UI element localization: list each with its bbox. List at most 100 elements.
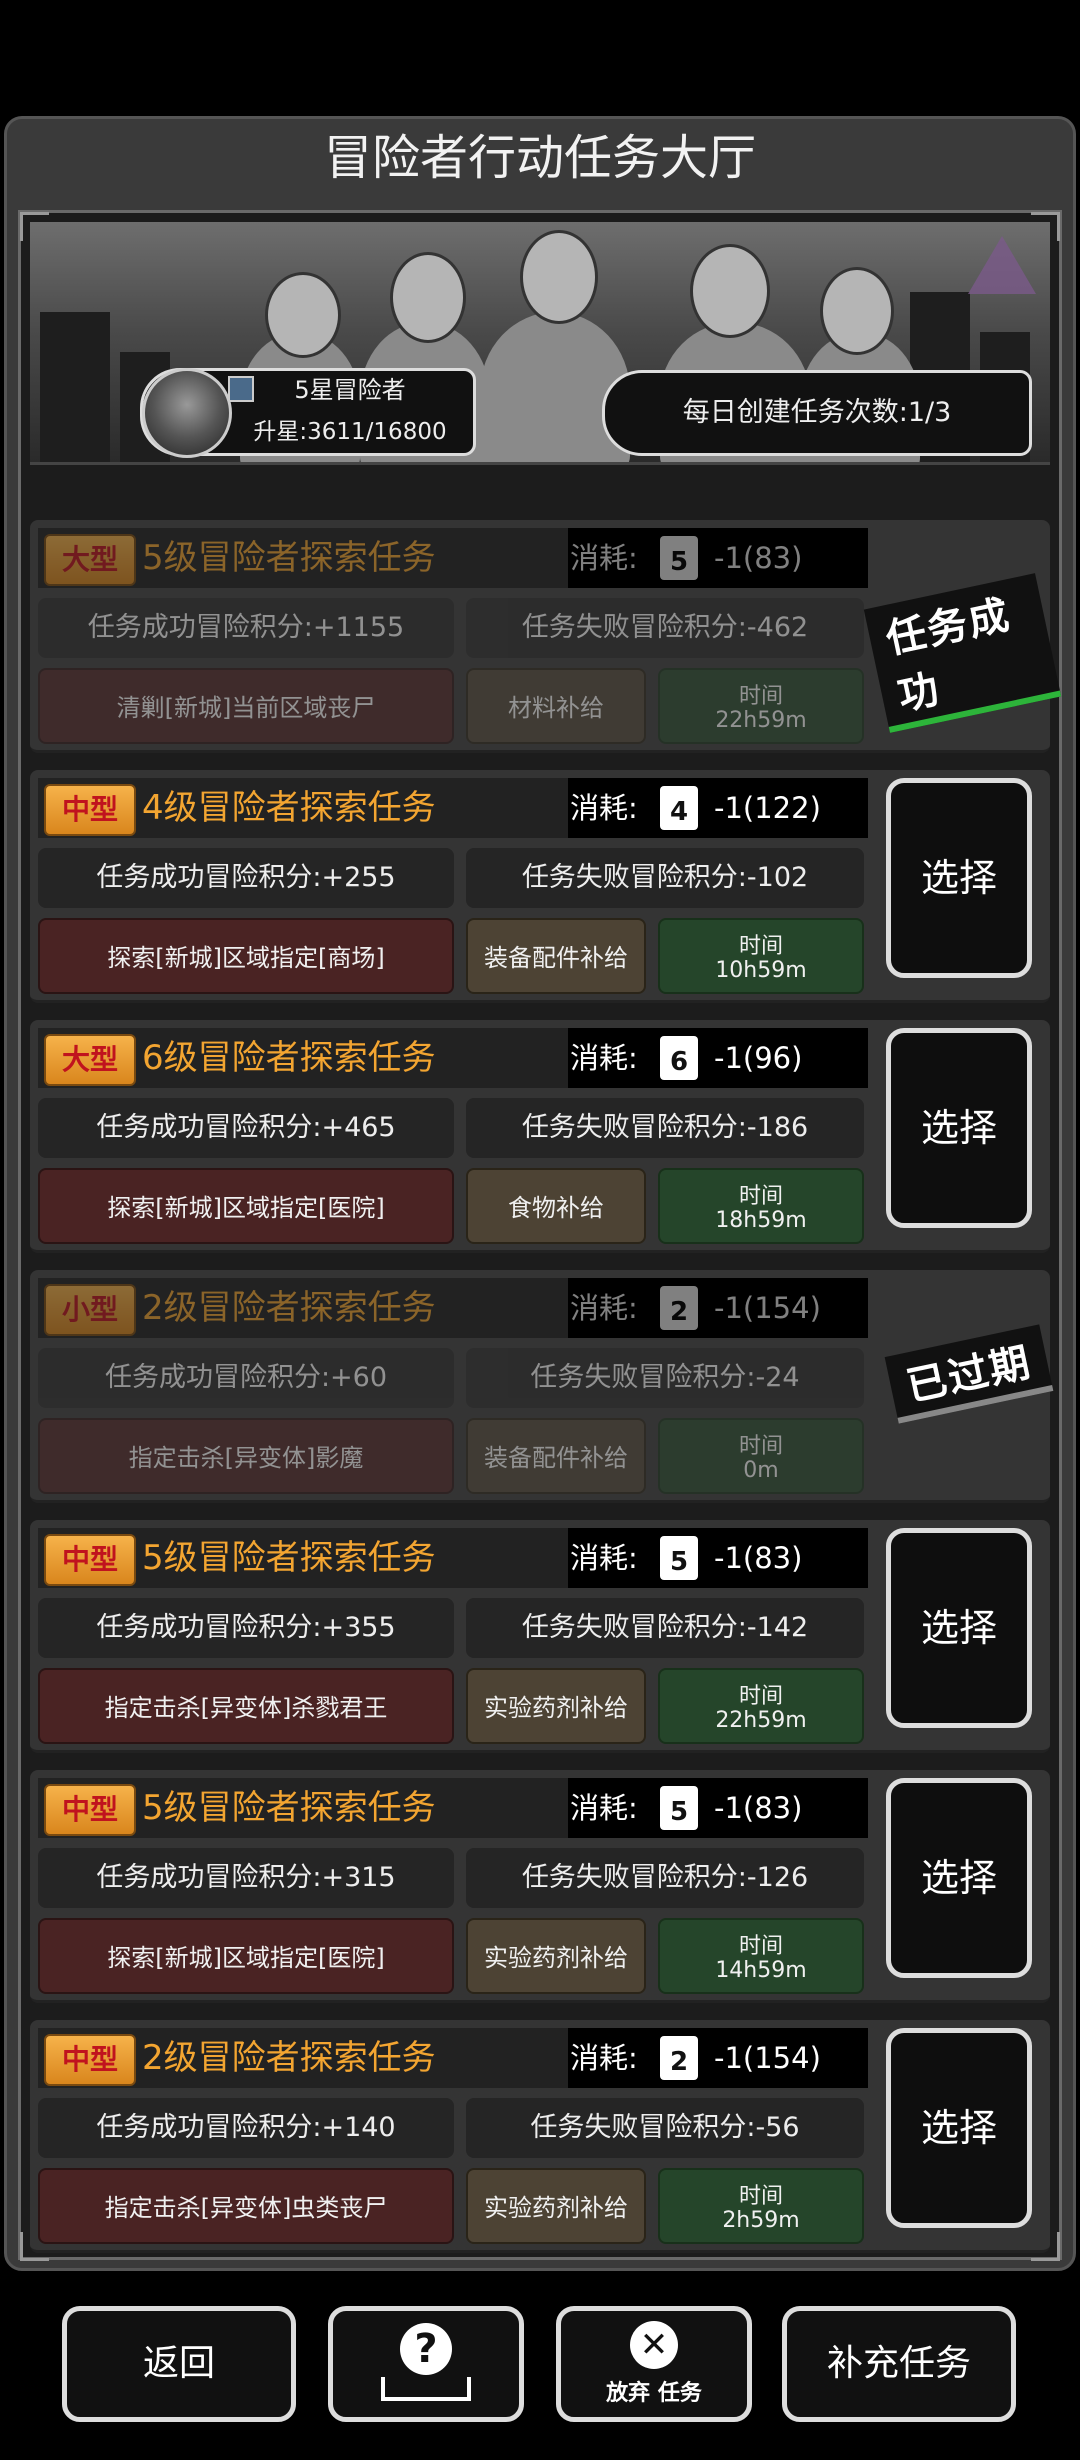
player-rank: 5星冒险者 xyxy=(294,376,406,404)
task-time: 时间 0m xyxy=(658,1418,864,1494)
cost-label: 消耗: xyxy=(570,2041,638,2075)
help-icon: ? xyxy=(400,2323,452,2375)
task-size-badge: 中型 xyxy=(44,784,136,836)
task-time: 时间 22h59m xyxy=(658,1668,864,1744)
task-goal: 探索[新城]区域指定[医院] xyxy=(38,1168,454,1244)
time-value: 0m xyxy=(743,1458,779,1483)
task-size-badge: 大型 xyxy=(44,534,136,586)
time-value: 22h59m xyxy=(715,708,807,733)
cost-label: 消耗: xyxy=(570,1791,638,1825)
time-value: 22h59m xyxy=(715,1708,807,1733)
level-ticket-icon: 4 xyxy=(660,786,698,830)
level-ticket-icon: 2 xyxy=(660,2036,698,2080)
task-size-badge: 大型 xyxy=(44,1034,136,1086)
success-reward: 任务成功冒险积分:+140 xyxy=(38,2098,454,2158)
success-reward: 任务成功冒险积分:+315 xyxy=(38,1848,454,1908)
rank-progress: 升星:3611/16800 xyxy=(253,419,447,445)
task-card: 大型 6级冒险者探索任务 消耗: 6 -1(96) 任务成功冒险积分:+465 … xyxy=(30,1020,1050,1253)
task-title: 6级冒险者探索任务 xyxy=(142,1038,436,1078)
back-button[interactable]: 返回 xyxy=(62,2306,296,2422)
select-task-button[interactable]: 选择 xyxy=(886,1778,1032,1978)
task-supply: 材料补给 xyxy=(466,668,646,744)
help-button[interactable]: ? xyxy=(328,2306,524,2422)
abandon-task-label: 放弃 任务 xyxy=(606,2381,702,2406)
task-size-badge: 中型 xyxy=(44,2034,136,2086)
cost-value: -1(83) xyxy=(714,1541,803,1575)
cost-value: -1(83) xyxy=(714,541,803,575)
daily-task-count: 每日创建任务次数:1/3 xyxy=(602,370,1032,456)
fail-penalty: 任务失败冒险积分:-462 xyxy=(466,598,864,658)
time-label: 时间 xyxy=(738,1184,783,1209)
task-supply: 实验药剂补给 xyxy=(466,1918,646,1994)
back-button-label: 返回 xyxy=(142,2343,215,2384)
task-size-badge: 小型 xyxy=(44,1284,136,1336)
cost-label: 消耗: xyxy=(570,791,638,825)
cost-value: -1(122) xyxy=(714,791,821,825)
cost-value: -1(154) xyxy=(714,2041,821,2075)
task-goal: 指定击杀[异变体]虫类丧尸 xyxy=(38,2168,454,2244)
fail-penalty: 任务失败冒险积分:-56 xyxy=(466,2098,864,2158)
task-supply: 装备配件补给 xyxy=(466,1418,646,1494)
abandon-task-button[interactable]: ✕ 放弃 任务 xyxy=(556,2306,752,2422)
select-task-button[interactable]: 选择 xyxy=(886,778,1032,978)
task-time: 时间 14h59m xyxy=(658,1918,864,1994)
replenish-task-button[interactable]: 补充任务 xyxy=(782,2306,1016,2422)
task-card: 中型 2级冒险者探索任务 消耗: 2 -1(154) 任务成功冒险积分:+140… xyxy=(30,2020,1050,2253)
time-value: 2h59m xyxy=(722,2208,800,2233)
task-supply: 装备配件补给 xyxy=(466,918,646,994)
task-card: 中型 5级冒险者探索任务 消耗: 5 -1(83) 任务成功冒险积分:+355 … xyxy=(30,1520,1050,1753)
select-task-button[interactable]: 选择 xyxy=(886,1528,1032,1728)
rank-badge-icon xyxy=(228,376,254,402)
fail-penalty: 任务失败冒险积分:-24 xyxy=(466,1348,864,1408)
cost-label: 消耗: xyxy=(570,1041,638,1075)
cost-value: -1(96) xyxy=(714,1041,803,1075)
task-size-badge: 中型 xyxy=(44,1784,136,1836)
time-label: 时间 xyxy=(738,934,783,959)
task-time: 时间 18h59m xyxy=(658,1168,864,1244)
task-supply: 食物补给 xyxy=(466,1168,646,1244)
task-card: 中型 5级冒险者探索任务 消耗: 5 -1(83) 任务成功冒险积分:+315 … xyxy=(30,1770,1050,2003)
fail-penalty: 任务失败冒险积分:-126 xyxy=(466,1848,864,1908)
task-goal: 清剿[新城]当前区域丧尸 xyxy=(38,668,454,744)
task-size-badge: 中型 xyxy=(44,1534,136,1586)
select-task-button[interactable]: 选择 xyxy=(886,2028,1032,2228)
close-icon: ✕ xyxy=(630,2321,678,2369)
level-ticket-icon: 5 xyxy=(660,536,698,580)
task-time: 时间 22h59m xyxy=(658,668,864,744)
avatar[interactable] xyxy=(142,368,232,458)
page-title: 冒险者行动任务大厅 xyxy=(323,130,756,186)
time-value: 18h59m xyxy=(715,1208,807,1233)
level-ticket-icon: 5 xyxy=(660,1536,698,1580)
select-task-button[interactable]: 选择 xyxy=(886,1028,1032,1228)
cost-value: -1(83) xyxy=(714,1791,803,1825)
task-goal: 探索[新城]区域指定[医院] xyxy=(38,1918,454,1994)
task-title: 4级冒险者探索任务 xyxy=(142,788,436,828)
task-title: 5级冒险者探索任务 xyxy=(142,538,436,578)
time-label: 时间 xyxy=(738,2184,783,2209)
cost-value: -1(154) xyxy=(714,1291,821,1325)
task-card: 大型 5级冒险者探索任务 消耗: 5 -1(83) 任务成功冒险积分:+1155… xyxy=(30,520,1062,753)
level-ticket-icon: 5 xyxy=(660,1786,698,1830)
cost-label: 消耗: xyxy=(570,541,638,575)
fail-penalty: 任务失败冒险积分:-102 xyxy=(466,848,864,908)
time-value: 14h59m xyxy=(715,1958,807,1983)
time-label: 时间 xyxy=(738,684,783,709)
task-card: 中型 4级冒险者探索任务 消耗: 4 -1(122) 任务成功冒险积分:+255… xyxy=(30,770,1050,1003)
task-title: 5级冒险者探索任务 xyxy=(142,1538,436,1578)
task-time: 时间 2h59m xyxy=(658,2168,864,2244)
success-reward: 任务成功冒险积分:+1155 xyxy=(38,598,454,658)
task-goal: 探索[新城]区域指定[商场] xyxy=(38,918,454,994)
time-value: 10h59m xyxy=(715,958,807,983)
faction-logo-icon xyxy=(968,236,1036,294)
time-label: 时间 xyxy=(738,1934,783,1959)
fail-penalty: 任务失败冒险积分:-142 xyxy=(466,1598,864,1658)
fail-penalty: 任务失败冒险积分:-186 xyxy=(466,1098,864,1158)
level-ticket-icon: 2 xyxy=(660,1286,698,1330)
success-reward: 任务成功冒险积分:+255 xyxy=(38,848,454,908)
task-card: 小型 2级冒险者探索任务 消耗: 2 -1(154) 任务成功冒险积分:+60 … xyxy=(30,1270,1054,1503)
task-title: 2级冒险者探索任务 xyxy=(142,1288,436,1328)
replenish-task-label: 补充任务 xyxy=(826,2343,971,2384)
cost-label: 消耗: xyxy=(570,1541,638,1575)
time-label: 时间 xyxy=(738,1434,783,1459)
task-title: 5级冒险者探索任务 xyxy=(142,1788,436,1828)
